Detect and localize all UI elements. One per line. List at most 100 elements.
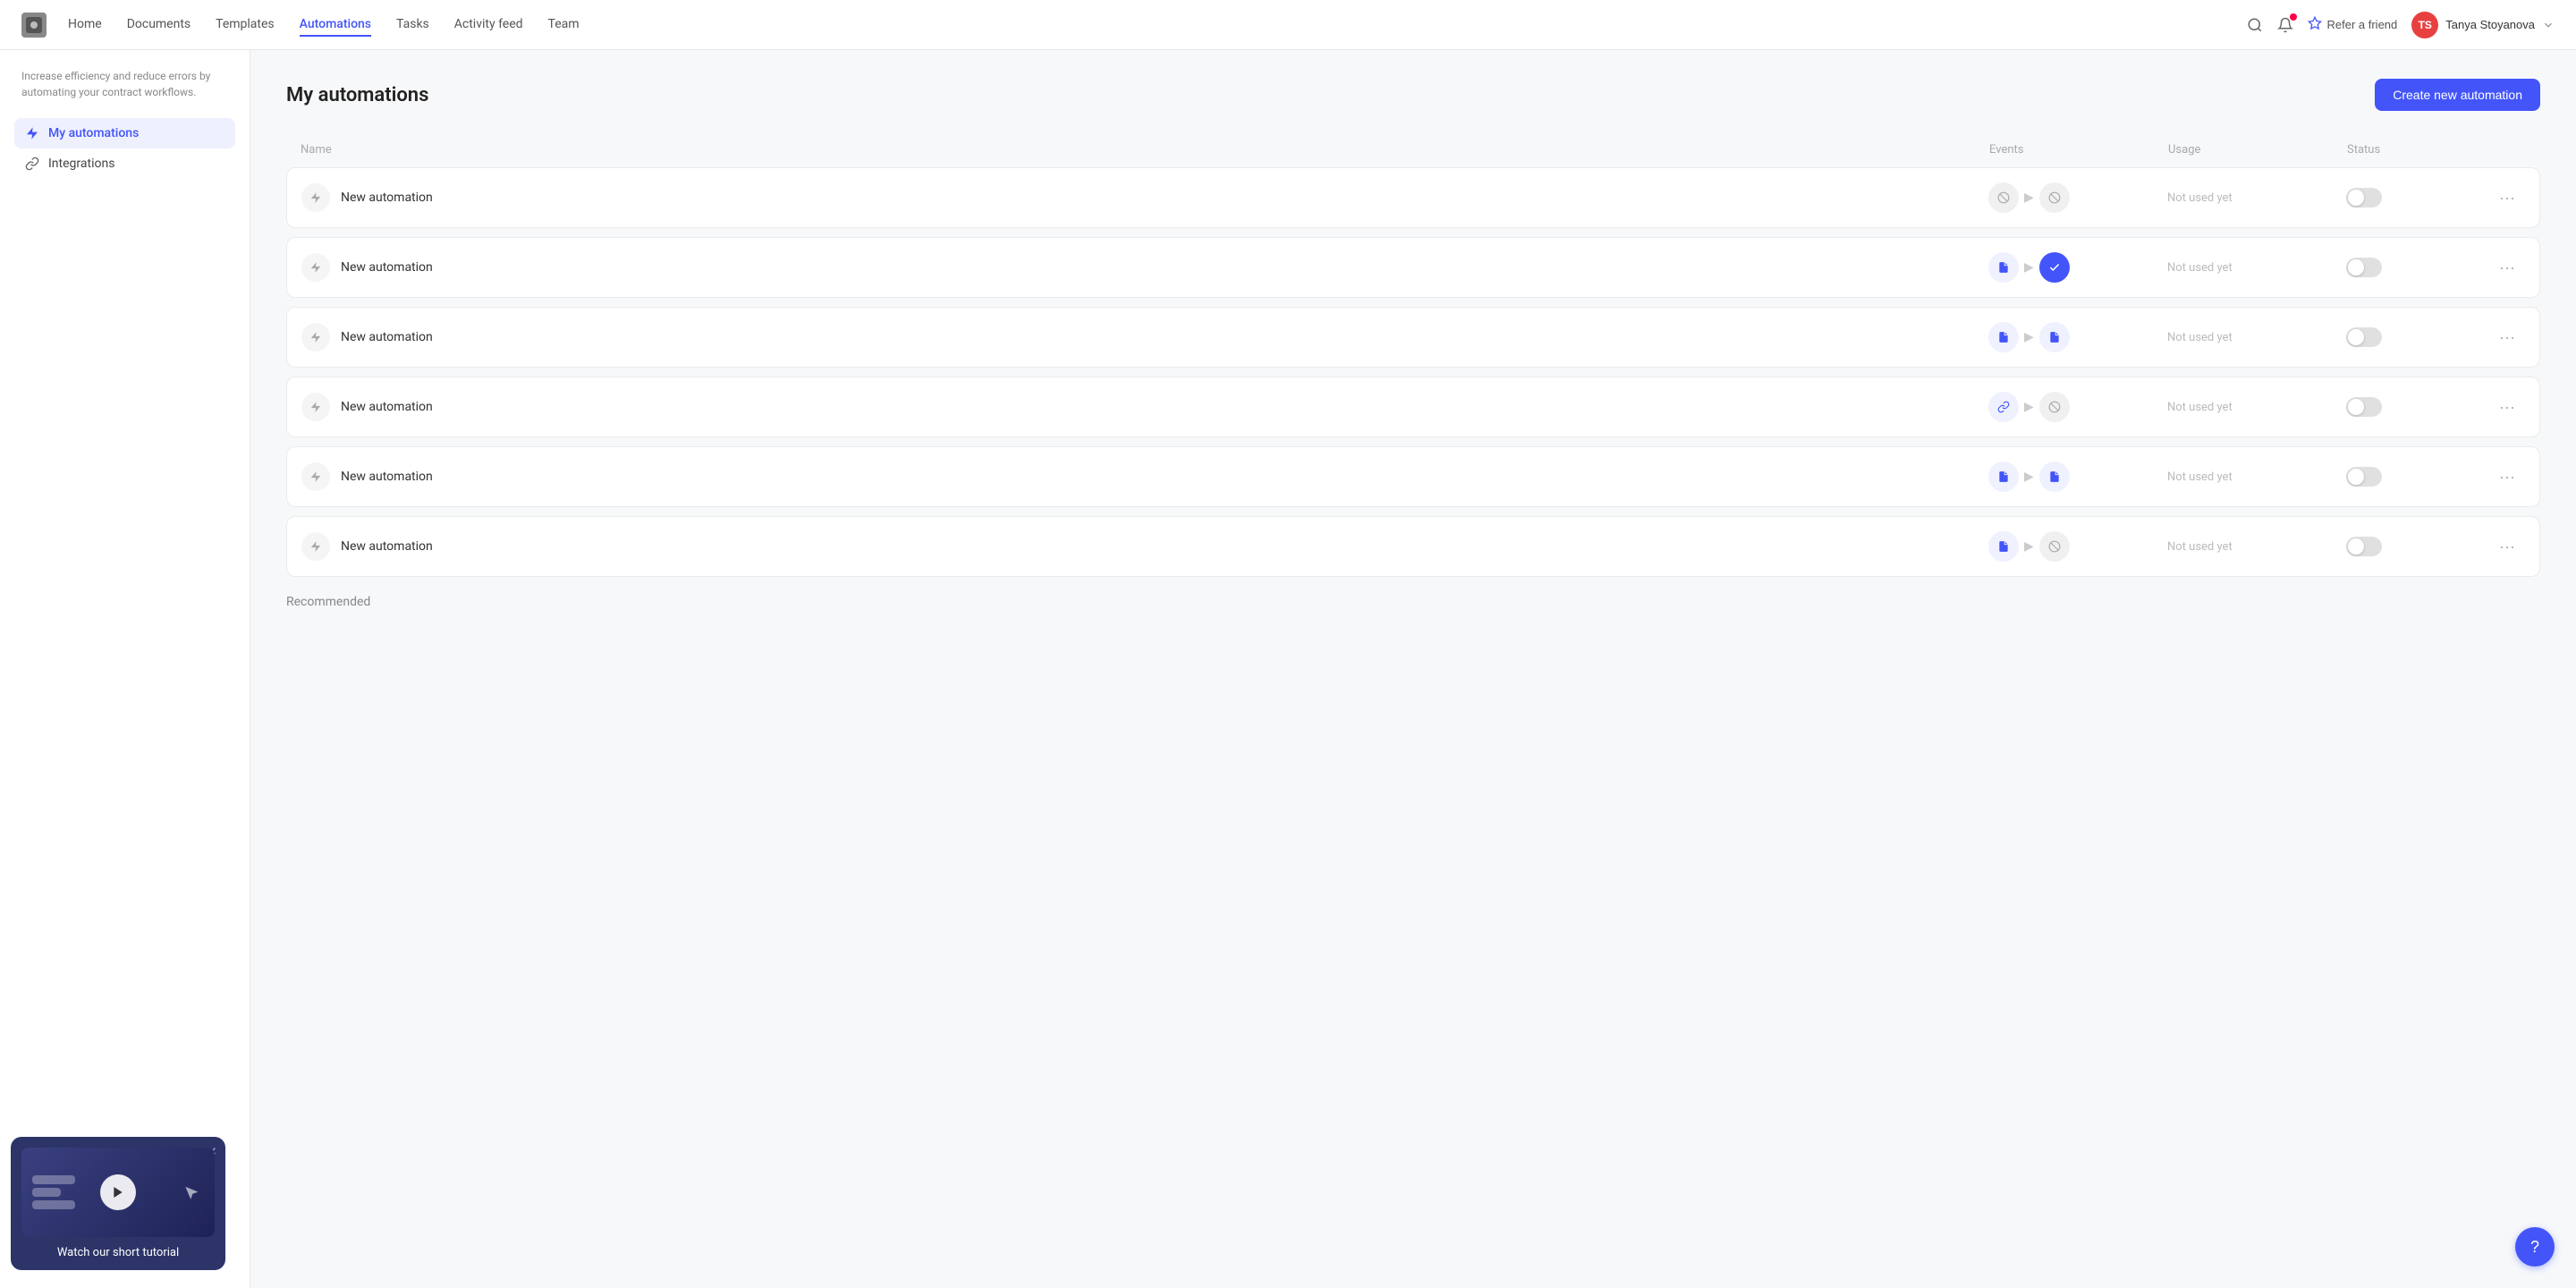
sidebar: Increase efficiency and reduce errors by…: [0, 50, 250, 1288]
event-left-icon-2: [1988, 252, 2019, 283]
refer-label: Refer a friend: [2327, 18, 2398, 31]
automation-bolt-icon-4: [301, 393, 330, 421]
row-name-3: New automation: [301, 323, 1988, 352]
event-left-icon-3: [1988, 322, 2019, 352]
user-menu-button[interactable]: TS Tanya Stoyanova: [2411, 12, 2555, 38]
toggle-knob-4: [2348, 399, 2364, 415]
recommended-label: Recommended: [286, 595, 2540, 609]
event-arrow-3: ▶: [2024, 330, 2034, 344]
event-right-icon-4: [2039, 392, 2070, 422]
more-menu-button-1[interactable]: ···: [2489, 189, 2525, 208]
automation-bolt-icon-6: [301, 532, 330, 561]
sidebar-item-my-automations[interactable]: My automations: [14, 118, 235, 148]
row-status-3: [2346, 327, 2489, 347]
toggle-knob-2: [2348, 259, 2364, 275]
col-more: [2490, 143, 2526, 157]
sidebar-label-my-automations: My automations: [48, 126, 139, 140]
row-name-2: New automation: [301, 253, 1988, 282]
automation-bolt-icon-3: [301, 323, 330, 352]
nav-templates[interactable]: Templates: [216, 13, 275, 37]
row-events-2: ▶: [1988, 252, 2167, 283]
toggle-1[interactable]: [2346, 188, 2382, 208]
play-button[interactable]: [100, 1174, 136, 1210]
main-content: My automations Create new automation Nam…: [250, 50, 2576, 1288]
notifications-wrapper: [2277, 17, 2293, 33]
row-events-1: ▶: [1988, 182, 2167, 213]
nav-team[interactable]: Team: [548, 13, 580, 37]
sidebar-item-integrations[interactable]: Integrations: [14, 148, 235, 179]
col-usage: Usage: [2168, 143, 2347, 157]
user-chevron-icon: [2542, 19, 2555, 31]
toggle-knob-1: [2348, 190, 2364, 206]
nav-automations[interactable]: Automations: [300, 13, 371, 37]
table-row: New automation ▶ Not used yet ···: [286, 167, 2540, 228]
more-menu-button-6[interactable]: ···: [2489, 538, 2525, 556]
tutorial-label: Watch our short tutorial: [21, 1246, 215, 1259]
toggle-2[interactable]: [2346, 258, 2382, 277]
automation-bolt-icon-5: [301, 462, 330, 491]
search-button[interactable]: [2247, 17, 2263, 33]
row-name-6: New automation: [301, 532, 1988, 561]
row-status-6: [2346, 537, 2489, 556]
event-right-icon-3: [2039, 322, 2070, 352]
more-menu-button-2[interactable]: ···: [2489, 258, 2525, 277]
table-row: New automation ▶ Not used yet ···: [286, 446, 2540, 507]
table-row: New automation ▶ Not used yet ···: [286, 516, 2540, 577]
notification-badge: [2290, 13, 2297, 21]
event-right-icon-2: [2039, 252, 2070, 283]
tutorial-thumb-left: [32, 1175, 75, 1209]
create-automation-button[interactable]: Create new automation: [2375, 79, 2540, 111]
event-arrow-6: ▶: [2024, 539, 2034, 554]
row-usage-2: Not used yet: [2167, 261, 2346, 275]
event-left-icon-5: [1988, 462, 2019, 492]
event-arrow-5: ▶: [2024, 470, 2034, 484]
toggle-6[interactable]: [2346, 537, 2382, 556]
row-usage-1: Not used yet: [2167, 191, 2346, 205]
row-name-4: New automation: [301, 393, 1988, 421]
refer-icon: [2308, 16, 2322, 33]
row-name-1: New automation: [301, 183, 1988, 212]
col-name: Name: [301, 143, 1989, 157]
col-status: Status: [2347, 143, 2490, 157]
cursor-icon: [182, 1183, 200, 1205]
toggle-5[interactable]: [2346, 467, 2382, 487]
row-events-5: ▶: [1988, 462, 2167, 492]
tutorial-thumbnail[interactable]: [21, 1148, 215, 1237]
row-events-3: ▶: [1988, 322, 2167, 352]
row-events-6: ▶: [1988, 531, 2167, 562]
top-navigation: Home Documents Templates Automations Tas…: [0, 0, 2576, 50]
event-left-icon-6: [1988, 531, 2019, 562]
page-header: My automations Create new automation: [286, 79, 2540, 111]
sidebar-description: Increase efficiency and reduce errors by…: [14, 68, 235, 100]
help-button[interactable]: ?: [2515, 1227, 2555, 1267]
thumb-pill-3: [32, 1200, 75, 1209]
more-menu-button-5[interactable]: ···: [2489, 468, 2525, 487]
toggle-3[interactable]: [2346, 327, 2382, 347]
user-avatar: TS: [2411, 12, 2438, 38]
user-name: Tanya Stoyanova: [2445, 18, 2535, 31]
bolt-icon: [25, 126, 39, 140]
event-right-icon-1: [2039, 182, 2070, 213]
toggle-knob-6: [2348, 538, 2364, 555]
event-left-icon-4: [1988, 392, 2019, 422]
table-row: New automation ▶ Not used yet ···: [286, 237, 2540, 298]
event-arrow-2: ▶: [2024, 260, 2034, 275]
refer-friend-button[interactable]: Refer a friend: [2308, 16, 2398, 33]
row-events-4: ▶: [1988, 392, 2167, 422]
nav-home[interactable]: Home: [68, 13, 102, 37]
link-icon: [25, 157, 39, 171]
nav-documents[interactable]: Documents: [127, 13, 191, 37]
event-right-icon-5: [2039, 462, 2070, 492]
table-row: New automation ▶ Not used yet ···: [286, 307, 2540, 368]
more-menu-button-4[interactable]: ···: [2489, 398, 2525, 417]
nav-tasks[interactable]: Tasks: [396, 13, 429, 37]
nav-activity[interactable]: Activity feed: [454, 13, 523, 37]
toggle-4[interactable]: [2346, 397, 2382, 417]
row-usage-6: Not used yet: [2167, 540, 2346, 554]
row-status-5: [2346, 467, 2489, 487]
main-layout: Increase efficiency and reduce errors by…: [0, 50, 2576, 1288]
more-menu-button-3[interactable]: ···: [2489, 328, 2525, 347]
event-right-icon-6: [2039, 531, 2070, 562]
row-status-1: [2346, 188, 2489, 208]
thumb-pill-2: [32, 1188, 61, 1197]
